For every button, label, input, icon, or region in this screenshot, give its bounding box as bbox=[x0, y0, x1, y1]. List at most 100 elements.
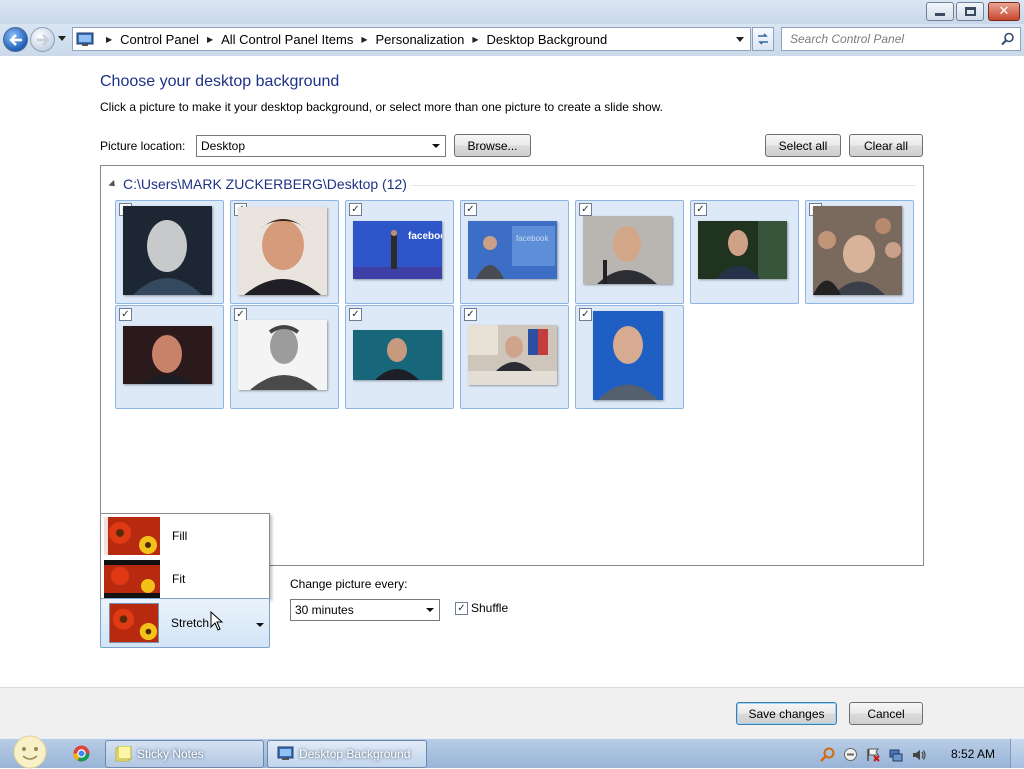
close-icon: ✕ bbox=[998, 4, 1010, 19]
shuffle-checkbox[interactable]: ✓ bbox=[455, 601, 468, 615]
picture-checkbox[interactable]: ✓ bbox=[694, 203, 707, 216]
stage-photo-icon: facebook bbox=[353, 221, 442, 279]
dropdown-arrow-icon bbox=[256, 623, 264, 627]
picture-location-label: Picture location: bbox=[100, 139, 186, 153]
picture-checkbox[interactable]: ✓ bbox=[579, 203, 592, 216]
recent-pages-icon[interactable] bbox=[58, 36, 66, 41]
picture-position-dropdown[interactable]: Stretch bbox=[100, 598, 270, 648]
search-icon[interactable] bbox=[1001, 32, 1015, 46]
browse-button[interactable]: Browse... bbox=[454, 134, 531, 157]
refresh-icon bbox=[758, 33, 768, 45]
group-header-label: C:\Users\MARK ZUCKERBERG\Desktop (12) bbox=[123, 176, 407, 192]
portrait-photo-icon bbox=[123, 206, 212, 295]
breadcrumb: ▶ Control Panel ▶ All Control Panel Item… bbox=[98, 28, 607, 50]
picture-checkbox[interactable]: ✓ bbox=[579, 308, 592, 321]
picture-tile[interactable]: ✓ bbox=[690, 200, 799, 304]
forward-arrow-icon bbox=[36, 33, 50, 46]
svg-text:facebook: facebook bbox=[516, 234, 549, 243]
stage-photo-icon: facebook bbox=[468, 221, 557, 279]
search-input[interactable] bbox=[782, 28, 992, 50]
portrait-photo-icon bbox=[698, 221, 787, 279]
page-description: Click a picture to make it your desktop … bbox=[100, 100, 663, 114]
fit-option-label: Fit bbox=[172, 572, 186, 586]
breadcrumb-desktop-background[interactable]: Desktop Background bbox=[487, 32, 608, 47]
clear-all-button[interactable]: Clear all bbox=[849, 134, 923, 157]
picture-tile[interactable]: ✓ bbox=[805, 200, 914, 304]
close-button[interactable]: ✕ bbox=[988, 2, 1020, 21]
language-tray-icon[interactable] bbox=[844, 748, 857, 764]
picture-checkbox[interactable]: ✓ bbox=[464, 308, 477, 321]
navigation-bar: ▶ Control Panel ▶ All Control Panel Item… bbox=[0, 24, 1024, 56]
picture-tile[interactable]: ✓ facebook bbox=[345, 200, 454, 304]
desk-photo-icon bbox=[468, 325, 557, 385]
taskbar-clock[interactable]: 8:52 AM bbox=[951, 747, 995, 761]
picture-tile[interactable]: ✓ bbox=[345, 305, 454, 409]
address-bar[interactable]: ▶ Control Panel ▶ All Control Panel Item… bbox=[72, 27, 751, 51]
breadcrumb-chevron-icon[interactable]: ▶ bbox=[361, 35, 367, 44]
chrome-icon[interactable] bbox=[73, 745, 90, 762]
shuffle-option[interactable]: ✓ Shuffle bbox=[455, 601, 508, 615]
breadcrumb-chevron-icon[interactable]: ▶ bbox=[472, 35, 478, 44]
forward-button[interactable] bbox=[30, 27, 55, 52]
taskbar-desktop-background[interactable]: Desktop Background bbox=[267, 740, 427, 768]
picture-tile[interactable]: ✓ facebook bbox=[460, 200, 569, 304]
picture-tile[interactable]: ✓ bbox=[460, 305, 569, 409]
select-all-button[interactable]: Select all bbox=[765, 134, 841, 157]
position-option-fill[interactable]: Fill bbox=[101, 515, 269, 557]
picture-checkbox[interactable]: ✓ bbox=[349, 308, 362, 321]
picture-tile[interactable]: ✓ bbox=[115, 200, 224, 304]
portrait-photo-icon bbox=[238, 207, 327, 295]
sticky-notes-icon bbox=[115, 746, 132, 762]
picture-tile[interactable]: ✓ bbox=[230, 305, 339, 409]
network-tray-icon[interactable] bbox=[889, 748, 903, 765]
action-center-flag-icon[interactable] bbox=[866, 748, 880, 765]
search-tray-icon[interactable] bbox=[820, 747, 835, 765]
restore-button[interactable] bbox=[956, 2, 984, 21]
collapse-arrow-icon[interactable] bbox=[108, 179, 118, 189]
address-dropdown-icon[interactable] bbox=[736, 37, 744, 42]
group-photo-icon bbox=[813, 206, 902, 295]
breadcrumb-personalization[interactable]: Personalization bbox=[375, 32, 464, 47]
picture-checkbox[interactable]: ✓ bbox=[119, 308, 132, 321]
control-panel-icon bbox=[76, 32, 94, 46]
minimize-button[interactable] bbox=[926, 2, 954, 21]
picture-tile[interactable]: ✓ bbox=[230, 200, 339, 304]
portrait-photo-icon bbox=[583, 216, 672, 284]
picture-tile[interactable]: ✓ bbox=[115, 305, 224, 409]
picture-checkbox[interactable]: ✓ bbox=[349, 203, 362, 216]
save-changes-button[interactable]: Save changes bbox=[736, 702, 837, 725]
search-box[interactable] bbox=[781, 27, 1021, 51]
breadcrumb-chevron-icon[interactable]: ▶ bbox=[207, 35, 213, 44]
show-desktop-button[interactable] bbox=[1010, 739, 1024, 768]
refresh-button[interactable] bbox=[752, 27, 774, 51]
breadcrumb-chevron-icon[interactable]: ▶ bbox=[106, 35, 112, 44]
picture-tile[interactable]: ✓ bbox=[575, 200, 684, 304]
volume-tray-icon[interactable] bbox=[912, 748, 926, 765]
portrait-photo-icon bbox=[238, 320, 327, 390]
shuffle-label: Shuffle bbox=[471, 601, 509, 615]
picture-location-dropdown[interactable]: Desktop bbox=[196, 135, 446, 157]
portrait-photo-icon bbox=[123, 326, 212, 384]
picture-position-menu: Fill Fit bbox=[100, 513, 270, 599]
system-tray bbox=[820, 747, 935, 765]
position-option-fit[interactable]: Fit bbox=[101, 558, 269, 600]
picture-checkbox[interactable]: ✓ bbox=[464, 203, 477, 216]
picture-tile[interactable]: ✓ bbox=[575, 305, 684, 409]
back-arrow-icon bbox=[8, 33, 22, 46]
fit-preview-icon bbox=[104, 560, 160, 598]
start-orb-icon[interactable] bbox=[6, 735, 48, 769]
breadcrumb-control-panel[interactable]: Control Panel bbox=[120, 32, 199, 47]
taskbar-item-label: Desktop Background bbox=[299, 747, 411, 761]
taskbar-item-label: Sticky Notes bbox=[137, 747, 204, 761]
interval-dropdown[interactable]: 30 minutes bbox=[290, 599, 440, 621]
title-bar: ✕ bbox=[0, 0, 1024, 24]
back-button[interactable] bbox=[3, 27, 28, 52]
breadcrumb-all-items[interactable]: All Control Panel Items bbox=[221, 32, 353, 47]
portrait-photo-icon bbox=[353, 330, 442, 380]
cancel-button[interactable]: Cancel bbox=[849, 702, 923, 725]
stretch-preview-icon bbox=[109, 603, 159, 643]
group-header[interactable]: C:\Users\MARK ZUCKERBERG\Desktop (12) bbox=[108, 176, 407, 192]
taskbar-sticky-notes[interactable]: Sticky Notes bbox=[105, 740, 264, 768]
page-title: Choose your desktop background bbox=[100, 73, 340, 90]
picture-gallery: C:\Users\MARK ZUCKERBERG\Desktop (12) ✓ … bbox=[100, 165, 924, 566]
